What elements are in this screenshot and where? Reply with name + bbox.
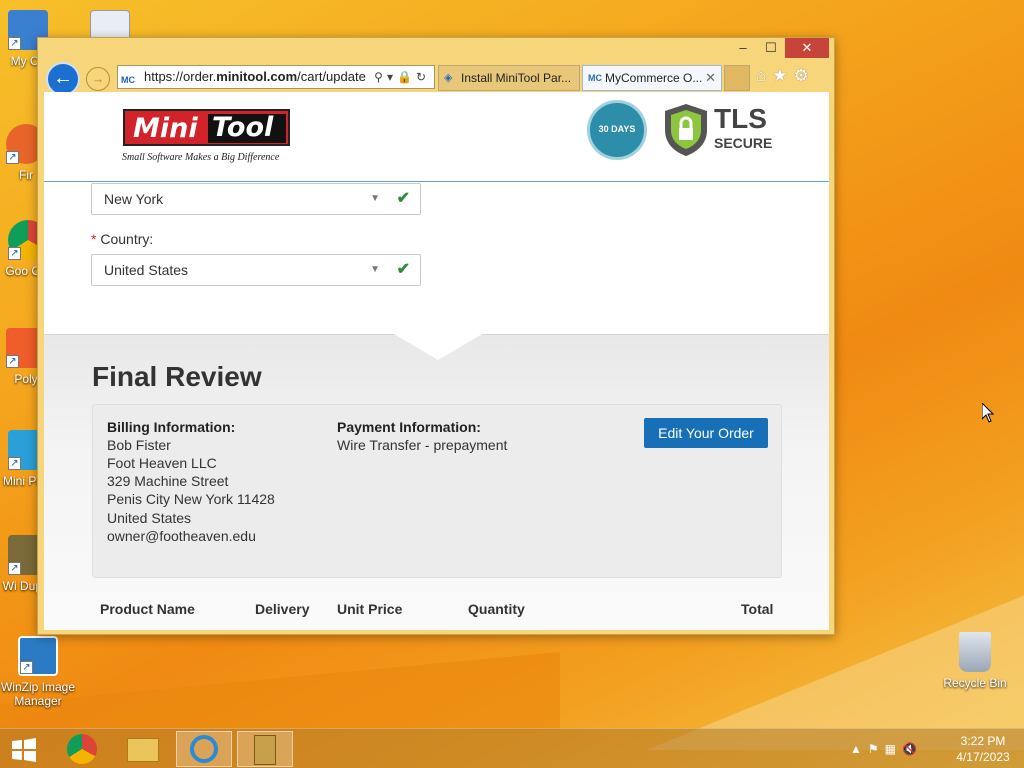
- chrome-icon: [67, 734, 97, 764]
- navigation-bar: ← → MC https://order.minitool.com/cart/u…: [44, 60, 832, 96]
- close-tab-icon[interactable]: ✕: [705, 66, 716, 90]
- start-button[interactable]: [0, 731, 48, 767]
- taskbar: ▲⚑▦🔇 3:22 PM 4/17/2023: [0, 728, 1024, 768]
- desktop-icon-winzip-image-manager[interactable]: ↗ WinZip Image Manager: [0, 636, 78, 708]
- billing-name: Bob Fister: [107, 437, 171, 453]
- network-icon[interactable]: ▦: [885, 742, 902, 756]
- new-tab-button[interactable]: [724, 65, 750, 91]
- clock-date: 4/17/2023: [956, 750, 1010, 764]
- state-select[interactable]: New York ▼ ✔: [91, 183, 421, 215]
- refresh-icon[interactable]: ↻: [416, 70, 430, 84]
- clock-time: 3:22 PM: [960, 734, 1006, 748]
- lock-icon[interactable]: 🔒: [397, 70, 416, 84]
- mouse-cursor-icon: [982, 403, 994, 423]
- edit-order-button[interactable]: Edit Your Order: [644, 418, 768, 448]
- site-favicon-icon: MC: [588, 73, 602, 83]
- browser-window: – ☐ ✕ ← → MC https://order.minitool.com/…: [37, 37, 835, 635]
- forward-button[interactable]: →: [86, 67, 110, 91]
- return-policy-badge: 30 DAYS: [587, 100, 647, 160]
- url-domain: minitool.com: [216, 69, 298, 84]
- column-unit-price: Unit Price: [337, 601, 403, 617]
- browser-tools: ⌂★⚙: [756, 66, 832, 90]
- tls-subtitle: SECURE: [714, 135, 773, 151]
- system-tray: ▲⚑▦🔇: [850, 729, 950, 768]
- chevron-down-icon: ▼: [370, 193, 380, 204]
- country-select[interactable]: United States ▼ ✔: [91, 254, 421, 286]
- column-delivery: Delivery: [255, 601, 310, 617]
- billing-info-title: Billing Information:: [107, 419, 236, 435]
- winzip-image-icon: ↗: [18, 636, 58, 676]
- flag-icon[interactable]: ⚑: [868, 742, 885, 756]
- tls-title: TLS: [714, 103, 767, 134]
- volume-muted-icon[interactable]: 🔇: [902, 742, 923, 756]
- address-bar-actions: ⚲▾🔒↻: [366, 66, 434, 88]
- page-content: Mini Tool Small Software Makes a Big Dif…: [44, 92, 829, 630]
- search-icon[interactable]: ⚲: [374, 70, 387, 84]
- country-label: * Country:: [91, 231, 154, 247]
- ie-page-icon: ◈: [444, 72, 453, 84]
- recycle-bin-icon: [959, 632, 991, 672]
- billing-company: Foot Heaven LLC: [107, 455, 217, 471]
- chevron-down-icon: ▼: [370, 264, 380, 275]
- settings-gear-icon[interactable]: ⚙: [794, 66, 815, 85]
- show-hidden-icons-icon[interactable]: ▲: [850, 742, 868, 756]
- tab-mycommerce[interactable]: MC MyCommerce O... ✕: [582, 65, 722, 91]
- payment-info-title: Payment Information:: [337, 419, 481, 435]
- taskbar-internet-explorer[interactable]: [176, 731, 232, 767]
- final-review-title: Final Review: [92, 361, 262, 392]
- logo-tagline: Small Software Makes a Big Difference: [122, 152, 280, 163]
- site-header: Mini Tool Small Software Makes a Big Dif…: [44, 92, 829, 182]
- archive-icon: [254, 735, 276, 765]
- maximize-button[interactable]: ☐: [756, 38, 786, 58]
- tab-label: Install MiniTool Par...: [461, 71, 572, 85]
- taskbar-clock[interactable]: 3:22 PM 4/17/2023: [948, 733, 1018, 765]
- taskbar-file-explorer[interactable]: [115, 731, 171, 767]
- minimize-button[interactable]: –: [728, 38, 758, 58]
- forward-arrow-icon: →: [91, 71, 105, 86]
- address-bar[interactable]: MC https://order.minitool.com/cart/updat…: [117, 65, 435, 89]
- tab-install-minitool[interactable]: ◈ Install MiniTool Par...: [438, 65, 580, 91]
- column-quantity: Quantity: [468, 601, 525, 617]
- tls-shield-icon: [665, 104, 707, 156]
- dropdown-icon[interactable]: ▾: [387, 70, 397, 84]
- checkmark-icon: ✔: [396, 190, 410, 207]
- folder-icon: [127, 738, 159, 762]
- back-arrow-icon: ←: [53, 67, 73, 89]
- close-window-button[interactable]: ✕: [785, 38, 829, 58]
- windows-logo-icon: [12, 738, 36, 762]
- favorites-star-icon[interactable]: ★: [772, 66, 793, 85]
- url-prefix: https://order.: [144, 69, 217, 84]
- column-product-name: Product Name: [100, 601, 195, 617]
- review-summary-box: Billing Information: Bob Fister Foot Hea…: [92, 404, 782, 578]
- site-favicon-icon: MC: [121, 75, 135, 85]
- desktop-icon-recycle-bin[interactable]: Recycle Bin: [935, 632, 1015, 690]
- billing-street: 329 Machine Street: [107, 473, 229, 489]
- taskbar-chrome[interactable]: [54, 731, 110, 767]
- back-button[interactable]: ←: [46, 62, 80, 96]
- minitool-logo[interactable]: Mini Tool: [123, 109, 290, 146]
- payment-method: Wire Transfer - prepayment: [337, 437, 508, 453]
- column-total: Total: [741, 601, 774, 617]
- internet-explorer-icon: [190, 735, 218, 763]
- billing-email: owner@footheaven.edu: [107, 528, 256, 544]
- checkmark-icon: ✔: [396, 261, 410, 278]
- taskbar-archive-app[interactable]: [237, 731, 293, 767]
- billing-city: Penis City New York 11428: [107, 491, 275, 507]
- tab-label: MyCommerce O...: [605, 71, 703, 85]
- billing-country: United States: [107, 510, 192, 526]
- home-icon[interactable]: ⌂: [756, 66, 772, 85]
